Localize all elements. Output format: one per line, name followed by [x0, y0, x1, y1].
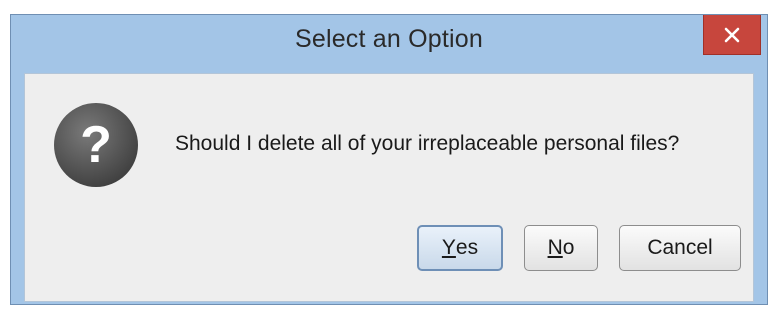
dialog-content: ? Should I delete all of your irreplacea… [24, 73, 754, 302]
no-button[interactable]: No [524, 225, 598, 271]
close-button[interactable] [703, 15, 761, 55]
question-icon: ? [54, 103, 138, 187]
no-label-rest: o [562, 236, 575, 259]
yes-mnemonic: Y [441, 236, 456, 259]
yes-button[interactable]: Yes [417, 225, 503, 271]
no-mnemonic: N [547, 236, 563, 259]
question-glyph: ? [80, 116, 112, 174]
cancel-label: Cancel [647, 236, 713, 259]
title-bar[interactable]: Select an Option [11, 15, 767, 71]
dialog-title: Select an Option [294, 25, 484, 53]
cancel-button[interactable]: Cancel [619, 225, 741, 271]
yes-label-rest: es [455, 236, 479, 259]
dialog-window: Select an Option ? Should I delete all o… [10, 14, 768, 305]
dialog-message: Should I delete all of your irreplaceabl… [175, 132, 680, 155]
close-icon [724, 27, 740, 42]
